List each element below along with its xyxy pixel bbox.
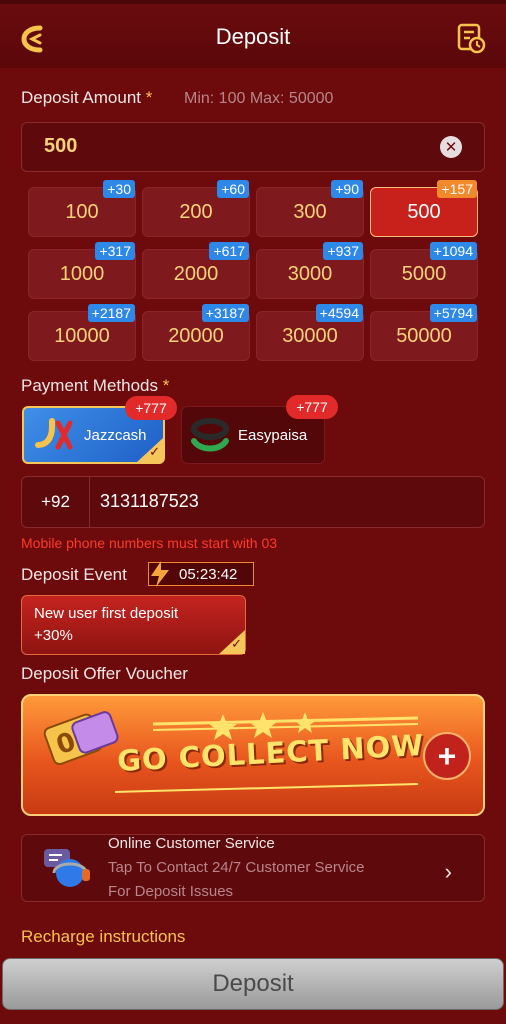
payment-method-easypaisa[interactable]: Easypaisa +777 xyxy=(181,395,338,464)
chip-amount: 100 xyxy=(65,200,99,223)
jazzcash-logo-icon xyxy=(35,418,73,450)
phone-country-code: +92 xyxy=(22,477,90,527)
amount-chip[interactable]: 20000 +3187 xyxy=(142,304,250,361)
easypaisa-logo-icon xyxy=(191,418,229,452)
service-description-line2: For Deposit Issues xyxy=(108,883,234,900)
deposit-amount-text: Deposit Amount xyxy=(21,88,142,107)
chip-bonus-badge: +4594 xyxy=(315,304,363,322)
deposit-event-label: Deposit Event xyxy=(21,565,127,584)
check-icon: ✓ xyxy=(231,636,242,651)
chip-amount: 2000 xyxy=(173,262,219,285)
amount-chip[interactable]: 300 +90 xyxy=(256,180,364,237)
payment-methods-label: Payment Methods * xyxy=(21,376,169,396)
required-mark: * xyxy=(145,88,153,107)
top-bar: Deposit xyxy=(0,0,506,68)
chip-amount: 300 xyxy=(293,200,327,223)
payment-method-jazzcash[interactable]: Jazzcash +777 ✓ xyxy=(22,396,177,464)
chip-amount: 3000 xyxy=(287,262,333,285)
required-mark: * xyxy=(162,376,170,395)
history-icon xyxy=(457,23,486,54)
payment-methods-text: Payment Methods xyxy=(21,376,159,395)
chip-bonus-badge: +5794 xyxy=(429,304,477,322)
chip-bonus-badge: +937 xyxy=(323,242,363,260)
chip-bonus-badge: +60 xyxy=(217,180,249,198)
lightning-icon xyxy=(151,561,169,587)
page-title: Deposit xyxy=(215,24,291,49)
amount-chip[interactable]: 100 +30 xyxy=(28,180,136,237)
amount-chip[interactable]: 30000 +4594 xyxy=(256,304,364,361)
amount-limits: Min: 100 Max: 50000 xyxy=(184,90,334,107)
recharge-instructions-link[interactable]: Recharge instructions xyxy=(21,927,185,947)
phone-number-input[interactable]: 3131187523 xyxy=(100,491,199,512)
plus-icon: + xyxy=(423,732,471,780)
amount-chip[interactable]: 200 +60 xyxy=(142,180,250,237)
amount-chip[interactable]: 1000 +317 xyxy=(28,242,136,299)
chip-amount: 20000 xyxy=(168,324,224,347)
headset-icon xyxy=(44,849,90,887)
amount-chip[interactable]: 3000 +937 xyxy=(256,242,364,299)
event-title: New user first deposit xyxy=(34,605,179,622)
payment-bonus-badge: +777 xyxy=(125,396,177,420)
chip-amount: 50000 xyxy=(396,324,452,347)
chip-bonus-badge: +317 xyxy=(95,242,135,260)
timer-value: 05:23:42 xyxy=(179,566,238,583)
chip-bonus-badge: +157 xyxy=(437,180,477,198)
service-title: Online Customer Service xyxy=(108,835,275,852)
chip-bonus-badge: +90 xyxy=(331,180,363,198)
records-button[interactable] xyxy=(456,22,488,56)
deposit-offer-voucher-label: Deposit Offer Voucher xyxy=(21,664,188,683)
deposit-event-card[interactable]: New user first deposit +30% ✓ xyxy=(21,595,246,655)
amount-chip-selected[interactable]: 500 +157 xyxy=(370,180,478,237)
amount-value[interactable]: 500 xyxy=(44,135,77,158)
deposit-button[interactable]: Deposit xyxy=(2,958,504,1010)
payment-method-name: Easypaisa xyxy=(238,426,308,444)
amount-chip[interactable]: 10000 +2187 xyxy=(28,304,136,361)
chip-bonus-badge: +2187 xyxy=(87,304,135,322)
event-bonus: +30% xyxy=(34,627,73,644)
chip-amount: 200 xyxy=(179,200,213,223)
amount-chip-grid: 100 +30 200 +60 300 +90 500 +157 1000 +317 20… xyxy=(28,180,480,361)
chip-amount: 5000 xyxy=(401,262,447,285)
clear-icon[interactable]: ✕ xyxy=(440,136,462,158)
customer-service-card[interactable]: Online Customer Service Tap To Contact 2… xyxy=(21,834,485,902)
chevron-right-icon: › xyxy=(444,859,452,884)
amount-input[interactable]: 500 ✕ xyxy=(21,122,485,172)
amount-chip[interactable]: 50000 +5794 xyxy=(370,304,478,361)
go-collect-now-banner[interactable]: 0 GO COLLECT NOW + xyxy=(21,694,485,816)
payment-bonus-badge: +777 xyxy=(286,395,338,419)
chip-bonus-badge: +617 xyxy=(209,242,249,260)
chip-bonus-badge: +3187 xyxy=(201,304,249,322)
chip-bonus-badge: +1094 xyxy=(429,242,477,260)
chip-amount: 1000 xyxy=(59,262,105,285)
service-description-line1: Tap To Contact 24/7 Customer Service xyxy=(108,859,365,876)
amount-chip[interactable]: 5000 +1094 xyxy=(370,242,478,299)
chip-amount: 10000 xyxy=(54,324,110,347)
chip-bonus-badge: +30 xyxy=(103,180,135,198)
chip-amount: 500 xyxy=(407,200,441,223)
phone-field[interactable]: +92 3131187523 xyxy=(21,476,485,528)
chip-amount: 30000 xyxy=(282,324,338,347)
deposit-amount-label: Deposit Amount * xyxy=(21,88,152,108)
phone-error-message: Mobile phone numbers must start with 03 xyxy=(21,535,278,551)
check-icon: ✓ xyxy=(149,444,160,459)
amount-chip[interactable]: 2000 +617 xyxy=(142,242,250,299)
event-timer: 05:23:42 xyxy=(148,561,254,587)
